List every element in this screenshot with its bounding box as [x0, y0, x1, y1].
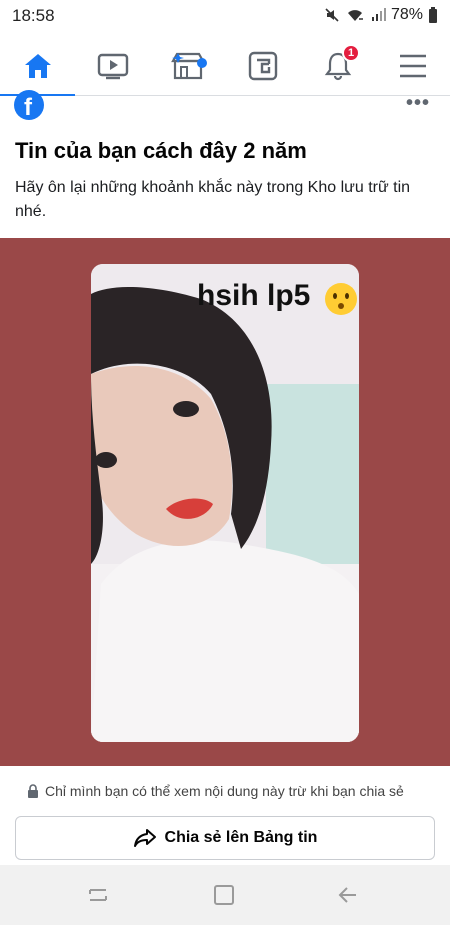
status-icons: 78%: [324, 6, 438, 24]
gaming-icon: [248, 51, 277, 81]
memory-title: Tin của bạn cách đây 2 năm: [15, 138, 307, 163]
store-icon: [170, 52, 207, 80]
top-nav: 1: [0, 36, 450, 97]
share-to-feed-button[interactable]: Chia sẻ lên Bảng tin: [15, 816, 435, 860]
recent-apps-icon[interactable]: [86, 883, 110, 907]
more-options-button[interactable]: •••: [406, 93, 430, 113]
memory-description: Hãy ôn lại những khoảnh khắc này trong K…: [15, 179, 411, 220]
story-overlay-text: hsih lp5: [197, 279, 311, 312]
status-bar: 18:58 78%: [0, 0, 450, 32]
notification-badge: 1: [342, 44, 360, 62]
status-time: 18:58: [12, 6, 55, 25]
battery-icon: [429, 7, 437, 23]
story-photo: [91, 264, 359, 742]
home-icon: [24, 54, 51, 78]
battery-percent: 78%: [390, 6, 423, 23]
story-card[interactable]: hsih lp5: [91, 264, 359, 742]
facebook-logo-icon: f: [14, 90, 44, 120]
mute-icon: [325, 8, 339, 22]
hushed-face-emoji-icon: [325, 283, 357, 315]
back-icon[interactable]: [336, 883, 360, 907]
signal-icon: [371, 8, 386, 21]
privacy-note: Chỉ mình bạn có thể xem nội dung này trừ…: [0, 778, 450, 804]
share-button-label: Chia sẻ lên Bảng tin: [164, 829, 318, 846]
privacy-text: Chỉ mình bạn có thể xem nội dung này trừ…: [45, 783, 404, 799]
tab-gaming[interactable]: [225, 36, 300, 96]
tab-watch[interactable]: [75, 36, 150, 96]
wifi-icon: [347, 10, 363, 21]
home-button-icon[interactable]: [212, 883, 236, 907]
share-arrow-icon: [133, 829, 156, 847]
video-icon: [97, 53, 128, 80]
hamburger-icon: [399, 54, 426, 78]
tab-marketplace[interactable]: [150, 36, 225, 96]
tab-menu[interactable]: [375, 36, 450, 96]
lock-icon: [28, 784, 38, 798]
tab-notifications[interactable]: 1: [300, 36, 375, 96]
memory-header: f ••• Tin của bạn cách đây 2 năm Hãy ôn …: [0, 90, 450, 238]
tab-home[interactable]: [0, 36, 75, 97]
system-navigation-bar: [0, 865, 450, 925]
